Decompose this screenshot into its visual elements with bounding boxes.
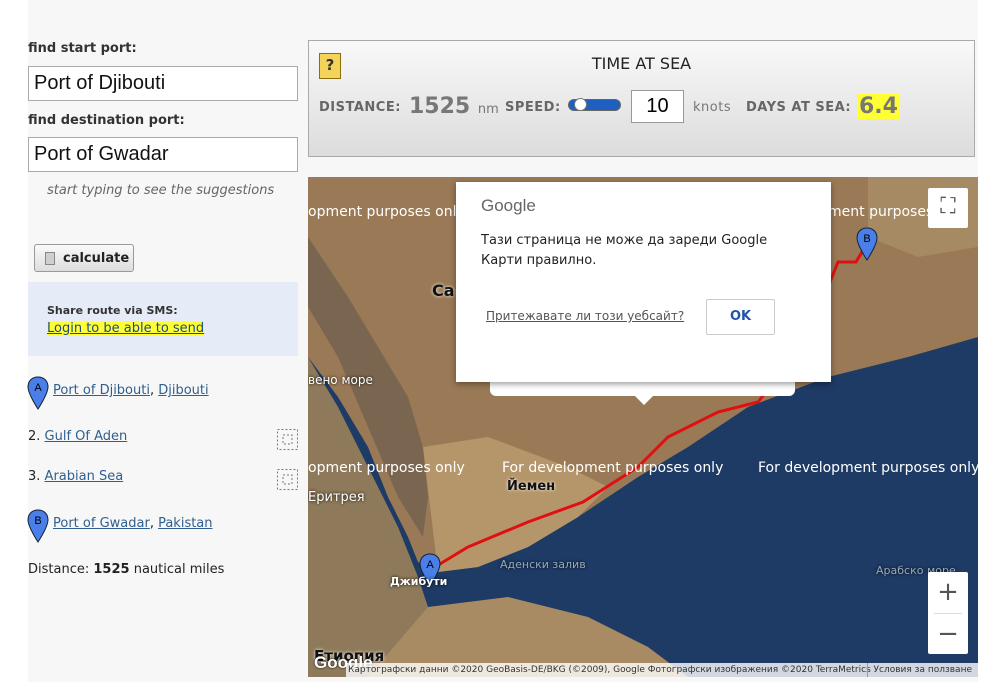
sms-login-link[interactable]: Login to be able to send [47,321,205,336]
zoom-out-button[interactable]: − [928,614,968,655]
suggestions-hint: start typing to see the suggestions [47,183,275,198]
marker-a-icon: A [27,376,49,410]
google-maps-error-dialog: Google Тази страница не може да зареди G… [456,182,831,382]
zoom-in-button[interactable]: + [928,572,968,613]
start-port-link[interactable]: Port of Djibouti [53,383,150,398]
route-distance: Distance: 1525 nautical miles [28,562,225,577]
dialog-google-logo: Google [481,196,536,215]
map-label-yemen: Йемен [507,479,556,494]
waypoint-grid-icon[interactable] [277,429,298,450]
speed-label: SPEED: [505,100,561,115]
fullscreen-icon: ⛶ [940,194,956,219]
distance-label: DISTANCE: [319,100,401,115]
days-value: 6.4 [857,94,900,119]
dev-watermark: opment purposes only [308,204,465,220]
map-label-eritrea: Еритрея [308,490,365,505]
svg-text:A: A [34,382,42,394]
end-country-link[interactable]: Pakistan [158,516,212,531]
zoom-control: + − [928,572,968,654]
map-label-djibouti: Джибути [390,575,448,588]
waypoint-grid-icon[interactable] [277,469,298,490]
map-label-red-sea: вено море [308,373,373,387]
svg-text:B: B [863,233,870,245]
sms-title: Share route via SMS: [47,304,178,317]
marker-b-icon: B [27,509,49,543]
dialog-message: Тази страница не може да зареди Google К… [481,233,768,268]
own-website-link[interactable]: Притежавате ли този уебсайт? [486,309,684,323]
terms-link[interactable]: Условия за ползване [866,663,972,677]
destination-port-input[interactable] [28,137,298,172]
info-window-tail [490,382,795,405]
waypoint-row: 2. Gulf Of Aden [28,429,128,444]
fullscreen-button[interactable]: ⛶ [928,188,968,228]
waypoint-link[interactable]: Arabian Sea [45,469,124,484]
calculate-label: calculate [63,250,130,266]
map-label-gulf: Аденски залив [500,558,586,571]
svg-text:B: B [34,515,41,527]
days-label: DAYS AT SEA: [746,100,852,115]
start-port-label: find start port: [28,41,137,56]
waypoint-link[interactable]: Gulf Of Aden [45,429,128,444]
map-marker-b-icon[interactable]: B [856,227,878,261]
distance-value: 1525 nm [409,94,499,119]
waypoint-row: 3. Arabian Sea [28,469,124,484]
destination-port-label: find destination port: [28,113,185,128]
dev-watermark: For development purposes only [758,460,978,476]
time-at-sea-panel: ? TIME AT SEA DISTANCE: 1525 nm SPEED: k… [308,40,975,157]
panel-title: TIME AT SEA [591,54,692,73]
start-port-input[interactable] [28,66,298,101]
speed-input[interactable] [631,90,684,123]
calculator-icon [45,251,55,265]
svg-text:A: A [426,559,434,571]
calculate-button[interactable]: calculate [34,244,134,272]
end-port-link[interactable]: Port of Gwadar [53,516,150,531]
dev-watermark: opment purposes only [308,460,465,476]
route-start: Port of Djibouti, Djibouti [53,383,209,398]
speed-slider[interactable] [568,98,621,111]
ok-button[interactable]: OK [706,299,775,335]
map-label-saudi: Са [432,281,455,300]
route-end: Port of Gwadar, Pakistan [53,516,213,531]
dev-watermark: For development purposes only [502,460,724,476]
sms-share-box: Share route via SMS: Login to be able to… [28,282,298,356]
map-attribution: Картографски данни ©2020 GeoBasis-DE/BKG… [346,663,978,677]
speed-unit: knots [693,100,732,115]
slider-handle[interactable] [574,98,587,111]
start-country-link[interactable]: Djibouti [158,383,208,398]
